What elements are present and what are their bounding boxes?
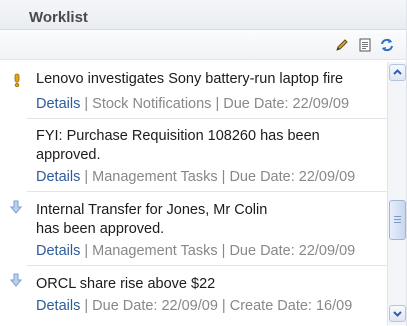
view-icon[interactable] xyxy=(357,37,373,53)
item-meta: Details | Management Tasks | Due Date: 2… xyxy=(36,168,391,187)
portlet-title: Worklist xyxy=(29,9,88,26)
list-item[interactable]: FYI: Purchase Requisition 108260 has bee… xyxy=(27,119,391,192)
item-title[interactable]: Lenovo investigates Sony battery-run lap… xyxy=(36,70,391,89)
list-item[interactable]: Internal Transfer for Jones, Mr Colin ha… xyxy=(27,192,391,266)
edit-icon[interactable] xyxy=(334,37,350,53)
list-item[interactable]: Lenovo investigates Sony battery-run lap… xyxy=(27,62,391,119)
worklist-portlet: Worklist Lenovo investigates Sony batter… xyxy=(0,0,407,326)
scroll-up-button[interactable] xyxy=(389,64,406,81)
item-meta-text: | Management Tasks | Due Date: 22/09/09 xyxy=(80,243,356,259)
toolbar xyxy=(0,30,406,60)
item-title-line1[interactable]: Internal Transfer for Jones, Mr Colin xyxy=(36,201,391,220)
worklist-list: Lenovo investigates Sony battery-run lap… xyxy=(27,62,391,324)
item-meta: Details | Stock Notifications | Due Date… xyxy=(36,95,391,114)
item-title-line1[interactable]: FYI: Purchase Requisition 108260 has bee… xyxy=(36,127,391,146)
item-meta: Details | Management Tasks | Due Date: 2… xyxy=(36,242,391,261)
priority-low-icon xyxy=(9,200,23,214)
item-meta-text: | Management Tasks | Due Date: 22/09/09 xyxy=(80,169,356,185)
scroll-thumb[interactable] xyxy=(389,200,406,240)
item-meta: Details | Due Date: 22/09/09 | Create Da… xyxy=(36,297,391,316)
portlet-header: Worklist xyxy=(0,0,406,30)
item-title-line2[interactable]: has been approved. xyxy=(36,220,391,239)
item-title-line2[interactable]: approved. xyxy=(36,146,391,165)
details-link[interactable]: Details xyxy=(36,243,80,259)
details-link[interactable]: Details xyxy=(36,298,80,314)
priority-high-icon xyxy=(12,73,22,88)
vertical-scrollbar[interactable] xyxy=(387,62,406,325)
item-meta-text: | Stock Notifications | Due Date: 22/09/… xyxy=(80,96,350,112)
item-meta-text: | Due Date: 22/09/09 | Create Date: 16/0… xyxy=(80,298,353,314)
list-item[interactable]: ORCL share rise above $22 Details | Due … xyxy=(27,266,391,324)
details-link[interactable]: Details xyxy=(36,96,80,112)
refresh-icon[interactable] xyxy=(379,37,395,53)
priority-low-icon xyxy=(9,273,23,287)
scroll-down-button[interactable] xyxy=(389,305,406,322)
details-link[interactable]: Details xyxy=(36,169,80,185)
item-title[interactable]: ORCL share rise above $22 xyxy=(36,275,391,294)
